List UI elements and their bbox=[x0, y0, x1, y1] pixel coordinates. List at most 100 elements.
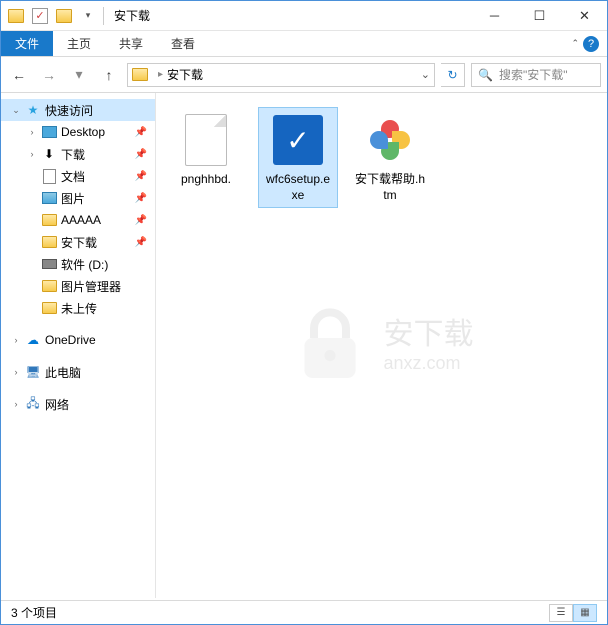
sidebar-item-unuploaded[interactable]: 未上传 bbox=[1, 297, 155, 319]
file-item[interactable]: pnghhbd. bbox=[166, 107, 246, 193]
statusbar: 3 个项目 ☰ ▦ bbox=[1, 600, 607, 624]
sidebar-item-picmgr[interactable]: 图片管理器 bbox=[1, 275, 155, 297]
status-item-count: 3 个项目 bbox=[11, 604, 57, 621]
nav-up-button[interactable]: ↑ bbox=[97, 63, 121, 87]
sidebar-item-label: 未上传 bbox=[61, 300, 97, 317]
sidebar-item-label: 安下载 bbox=[61, 234, 97, 251]
download-icon: ⬇ bbox=[41, 146, 57, 162]
onedrive-label: OneDrive bbox=[45, 333, 96, 347]
navbar: ← → ▾ ↑ ▸ 安下载 ⌄ ↻ 🔍 搜索"安下载" bbox=[1, 57, 607, 93]
onedrive-icon: ☁ bbox=[25, 332, 41, 348]
disclosure-icon[interactable]: › bbox=[27, 149, 37, 159]
pictures-icon bbox=[41, 190, 57, 206]
watermark-lock-icon bbox=[290, 306, 370, 386]
sidebar-item-desktop[interactable]: › Desktop 📌 bbox=[1, 121, 155, 143]
network-icon: 🖧 bbox=[25, 396, 41, 412]
pin-icon: 📌 bbox=[135, 193, 147, 204]
drive-icon bbox=[41, 256, 57, 272]
disclosure-icon[interactable]: › bbox=[11, 335, 21, 345]
sidebar-item-label: Desktop bbox=[61, 125, 105, 139]
sidebar-item-drive-d[interactable]: 软件 (D:) bbox=[1, 253, 155, 275]
file-name: wfc6setup.exe bbox=[263, 172, 333, 203]
sidebar-item-label: 文档 bbox=[61, 168, 85, 185]
window-title: 安下载 bbox=[114, 7, 472, 24]
sidebar-item-label: AAAAA bbox=[61, 213, 101, 227]
file-item[interactable]: ✓ wfc6setup.exe bbox=[258, 107, 338, 208]
tab-home[interactable]: 主页 bbox=[53, 31, 105, 56]
sidebar-item-downloads[interactable]: › ⬇ 下载 📌 bbox=[1, 143, 155, 165]
breadcrumb-current[interactable]: 安下载 bbox=[167, 66, 203, 83]
watermark: 安下载 anxz.com bbox=[290, 306, 474, 386]
disclosure-icon[interactable]: › bbox=[11, 399, 21, 409]
file-blank-icon bbox=[178, 112, 234, 168]
folder-icon bbox=[41, 212, 57, 228]
search-input[interactable]: 🔍 搜索"安下载" bbox=[471, 63, 601, 87]
view-large-icons-button[interactable]: ▦ bbox=[573, 604, 597, 622]
file-exe-icon: ✓ bbox=[270, 112, 326, 168]
maximize-button[interactable]: ☐ bbox=[517, 1, 562, 30]
search-icon: 🔍 bbox=[478, 68, 493, 82]
file-htm-icon bbox=[362, 112, 418, 168]
minimize-button[interactable]: ─ bbox=[472, 1, 517, 30]
disclosure-icon[interactable]: ⌄ bbox=[11, 105, 21, 116]
qat-newfolder-icon[interactable] bbox=[53, 5, 75, 27]
ribbon-expand-icon[interactable]: ⌃ bbox=[571, 38, 579, 49]
network-label: 网络 bbox=[45, 396, 69, 413]
pin-icon: 📌 bbox=[135, 237, 147, 248]
navigation-pane: ⌄ ★ 快速访问 › Desktop 📌 › ⬇ 下载 📌 文档 📌 图片 📌 bbox=[1, 93, 156, 598]
sidebar-item-label: 图片 bbox=[61, 190, 85, 207]
watermark-text2: anxz.com bbox=[384, 353, 474, 375]
pin-icon: 📌 bbox=[135, 127, 147, 138]
sidebar-item-label: 下载 bbox=[61, 146, 85, 163]
titlebar: ✓ ▾ 安下载 ─ ☐ ✕ bbox=[1, 1, 607, 31]
refresh-button[interactable]: ↻ bbox=[441, 63, 465, 87]
folder-icon bbox=[41, 300, 57, 316]
qat-properties-icon[interactable]: ✓ bbox=[29, 5, 51, 27]
sidebar-this-pc[interactable]: › 🖥 此电脑 bbox=[1, 361, 155, 383]
tab-file[interactable]: 文件 bbox=[1, 31, 53, 56]
sidebar-item-label: 软件 (D:) bbox=[61, 256, 108, 273]
disclosure-icon[interactable]: › bbox=[11, 367, 21, 377]
star-icon: ★ bbox=[25, 102, 41, 118]
file-view[interactable]: pnghhbd. ✓ wfc6setup.exe 安下载帮助.htm bbox=[156, 93, 607, 598]
nav-back-button[interactable]: ← bbox=[7, 63, 31, 87]
breadcrumb-separator-icon: ▸ bbox=[158, 69, 163, 80]
pc-icon: 🖥 bbox=[25, 364, 41, 380]
sidebar-item-documents[interactable]: 文档 📌 bbox=[1, 165, 155, 187]
this-pc-label: 此电脑 bbox=[45, 364, 81, 381]
document-icon bbox=[41, 168, 57, 184]
tab-view[interactable]: 查看 bbox=[157, 31, 209, 56]
address-dropdown-icon[interactable]: ⌄ bbox=[421, 68, 430, 81]
close-button[interactable]: ✕ bbox=[562, 1, 607, 30]
sidebar-item-anxz[interactable]: 安下载 📌 bbox=[1, 231, 155, 253]
sidebar-item-aaaaa[interactable]: AAAAA 📌 bbox=[1, 209, 155, 231]
pin-icon: 📌 bbox=[135, 215, 147, 226]
view-details-button[interactable]: ☰ bbox=[549, 604, 573, 622]
tab-share[interactable]: 共享 bbox=[105, 31, 157, 56]
main-area: ⌄ ★ 快速访问 › Desktop 📌 › ⬇ 下载 📌 文档 📌 图片 📌 bbox=[1, 93, 607, 598]
address-bar[interactable]: ▸ 安下载 ⌄ bbox=[127, 63, 435, 87]
quick-access-label: 快速访问 bbox=[45, 102, 93, 119]
sidebar-onedrive[interactable]: › ☁ OneDrive bbox=[1, 329, 155, 351]
sidebar-network[interactable]: › 🖧 网络 bbox=[1, 393, 155, 415]
folder-icon bbox=[41, 234, 57, 250]
folder-icon bbox=[41, 278, 57, 294]
search-placeholder: 搜索"安下载" bbox=[499, 66, 568, 83]
sidebar-item-pictures[interactable]: 图片 📌 bbox=[1, 187, 155, 209]
qat-dropdown-icon[interactable]: ▾ bbox=[77, 5, 99, 27]
file-name: pnghhbd. bbox=[181, 172, 231, 188]
desktop-icon bbox=[41, 124, 57, 140]
file-item[interactable]: 安下载帮助.htm bbox=[350, 107, 430, 208]
titlebar-separator bbox=[103, 7, 104, 25]
pin-icon: 📌 bbox=[135, 149, 147, 160]
watermark-text1: 安下载 bbox=[384, 317, 474, 353]
file-name: 安下载帮助.htm bbox=[355, 172, 425, 203]
help-icon[interactable]: ? bbox=[583, 36, 599, 52]
sidebar-item-label: 图片管理器 bbox=[61, 278, 121, 295]
pin-icon: 📌 bbox=[135, 171, 147, 182]
disclosure-icon[interactable]: › bbox=[27, 127, 37, 137]
sidebar-quick-access[interactable]: ⌄ ★ 快速访问 bbox=[1, 99, 155, 121]
nav-history-dropdown[interactable]: ▾ bbox=[67, 63, 91, 87]
app-folder-icon bbox=[5, 5, 27, 27]
nav-forward-button[interactable]: → bbox=[37, 63, 61, 87]
